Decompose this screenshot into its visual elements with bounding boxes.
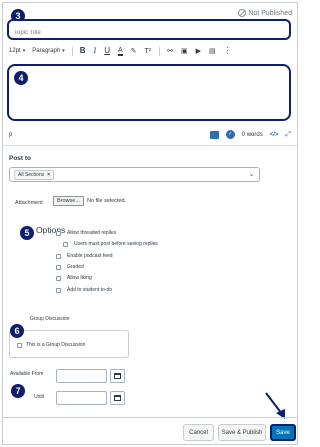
callout-6: 6 bbox=[10, 324, 24, 338]
document-icon[interactable]: ▤ bbox=[209, 48, 216, 55]
option-graded[interactable]: Graded bbox=[56, 264, 84, 270]
highlight-icon[interactable]: ✎ bbox=[131, 48, 137, 55]
checkbox[interactable] bbox=[56, 264, 61, 270]
media-icon[interactable]: ▶ bbox=[196, 48, 201, 55]
topic-title-input[interactable] bbox=[9, 24, 289, 36]
option-label: Enable podcast feed bbox=[67, 253, 113, 259]
keyboard-shortcuts-icon[interactable] bbox=[209, 130, 219, 139]
cancel-button[interactable]: Cancel bbox=[183, 424, 214, 441]
image-icon[interactable]: ▣ bbox=[181, 48, 188, 55]
word-count: 0 words bbox=[241, 131, 263, 138]
underline-icon[interactable]: U bbox=[104, 47, 110, 55]
section-divider bbox=[3, 145, 297, 146]
chevron-down-icon: ▾ bbox=[22, 48, 26, 54]
until-label: Until bbox=[34, 394, 45, 400]
group-discussion-option[interactable]: This is a Group Discussion bbox=[17, 342, 85, 348]
footer-divider bbox=[3, 417, 297, 418]
toolbar-divider bbox=[159, 46, 161, 56]
callout-7: 7 bbox=[11, 384, 25, 398]
section-token-label: All Sections bbox=[18, 171, 45, 178]
message-editor[interactable] bbox=[7, 64, 291, 121]
post-to-label: Post to bbox=[9, 155, 32, 162]
option-threaded-replies[interactable]: Allow threaded replies bbox=[56, 230, 116, 236]
post-to-select[interactable]: All Sections × ⌄ bbox=[9, 167, 260, 182]
checkbox[interactable] bbox=[56, 230, 61, 236]
not-published-icon bbox=[238, 9, 247, 17]
calendar-icon bbox=[114, 395, 121, 401]
fullscreen-icon[interactable]: ⤢ bbox=[285, 131, 291, 139]
italic-icon[interactable]: I bbox=[94, 47, 97, 55]
checkbox[interactable] bbox=[63, 241, 68, 247]
option-label: Add to student to-do bbox=[67, 287, 113, 293]
callout-5: 5 bbox=[20, 226, 34, 240]
option-label: Allow liking bbox=[67, 275, 92, 281]
publish-status-label: Not Published bbox=[248, 9, 292, 17]
editor-toolbar: 12pt ▾ Paragraph ▾ B I U A ✎ T² ⚯ ▣ ▶ ▤ ⋮ bbox=[9, 45, 291, 57]
topic-title-field[interactable] bbox=[7, 19, 291, 40]
toolbar-divider bbox=[71, 46, 73, 56]
available-from-input[interactable] bbox=[56, 369, 107, 383]
paragraph-value: Paragraph bbox=[32, 48, 61, 54]
file-status: No file selected. bbox=[87, 198, 127, 204]
text-color-icon[interactable]: A bbox=[117, 47, 123, 56]
chevron-down-icon: ⌄ bbox=[248, 172, 254, 178]
checkbox[interactable] bbox=[56, 253, 61, 259]
until-input[interactable] bbox=[56, 391, 107, 405]
until-calendar-button[interactable] bbox=[110, 391, 125, 405]
remove-token-icon[interactable]: × bbox=[47, 172, 50, 178]
group-discussion-label: Group Discussion bbox=[30, 316, 70, 322]
available-from-calendar-button[interactable] bbox=[110, 369, 125, 383]
superscript-icon[interactable]: T² bbox=[145, 48, 152, 55]
calendar-icon bbox=[114, 373, 121, 379]
more-icon[interactable]: ⋮ bbox=[224, 47, 232, 55]
bold-icon[interactable]: B bbox=[80, 47, 86, 55]
option-podcast-feed[interactable]: Enable podcast feed bbox=[56, 253, 113, 259]
available-from-label: Available From bbox=[10, 371, 44, 377]
option-label: Allow threaded replies bbox=[67, 230, 117, 236]
element-path: p bbox=[9, 131, 13, 138]
paragraph-select[interactable]: Paragraph ▾ bbox=[32, 48, 65, 54]
option-allow-liking[interactable]: Allow liking bbox=[56, 275, 92, 281]
chevron-down-icon: ▾ bbox=[62, 48, 65, 54]
html-editor-icon[interactable]: </> bbox=[270, 132, 279, 138]
option-label: Graded bbox=[67, 264, 84, 270]
font-size-select[interactable]: 12pt ▾ bbox=[9, 48, 25, 54]
publish-status: Not Published bbox=[238, 9, 292, 17]
link-icon[interactable]: ⚯ bbox=[167, 48, 173, 55]
option-label: Users must post before seeing replies bbox=[74, 241, 158, 247]
accessibility-checker-icon[interactable]: ✓ bbox=[225, 130, 235, 139]
option-student-todo[interactable]: Add to student to-do bbox=[56, 287, 112, 293]
checkbox[interactable] bbox=[56, 287, 61, 293]
option-label: This is a Group Discussion bbox=[26, 342, 86, 348]
attachment-label: Attachment bbox=[15, 200, 43, 206]
save-and-publish-button[interactable]: Save & Publish bbox=[218, 424, 266, 441]
option-post-before-seeing[interactable]: Users must post before seeing replies bbox=[63, 241, 158, 247]
browse-button[interactable]: Browse... bbox=[53, 196, 84, 206]
font-size-value: 12pt bbox=[9, 48, 21, 54]
callout-4: 4 bbox=[14, 71, 28, 85]
checkbox[interactable] bbox=[17, 342, 22, 348]
save-button[interactable]: Save bbox=[270, 424, 296, 441]
editor-status-bar: p ✓ 0 words </> ⤢ bbox=[9, 130, 291, 139]
section-token[interactable]: All Sections × bbox=[14, 169, 55, 180]
checkbox[interactable] bbox=[56, 275, 61, 281]
